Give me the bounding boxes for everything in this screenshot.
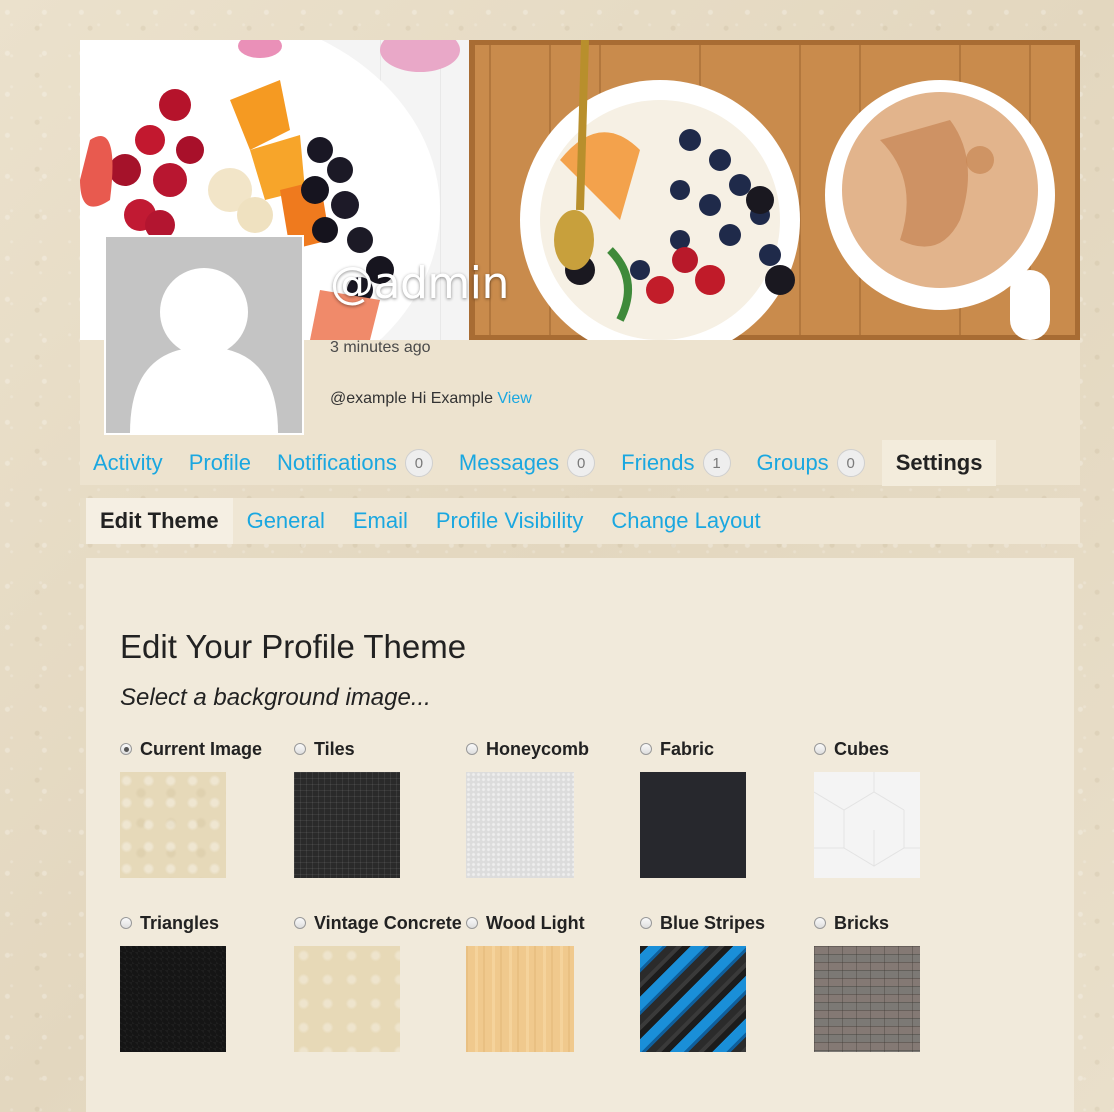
option-label-row: Triangles <box>120 912 295 934</box>
theme-swatch[interactable] <box>120 946 226 1052</box>
theme-swatch[interactable] <box>814 772 920 878</box>
radio-button[interactable] <box>814 743 826 755</box>
radio-button[interactable] <box>294 917 306 929</box>
theme-swatch[interactable] <box>640 772 746 878</box>
subnav-general[interactable]: General <box>233 498 339 544</box>
nav-activity[interactable]: Activity <box>80 440 176 486</box>
last-active: 3 minutes ago <box>330 339 431 356</box>
option-label: Wood Light <box>486 912 585 933</box>
theme-swatch[interactable] <box>814 946 920 1052</box>
nav-settings[interactable]: Settings <box>881 440 997 486</box>
option-label: Current Image <box>140 738 263 759</box>
latest-activity-text: @example Hi Example <box>330 390 493 407</box>
theme-option-blue-stripes[interactable]: Blue Stripes <box>640 912 815 1052</box>
messages-count-badge: 0 <box>567 449 596 477</box>
radio-button[interactable] <box>640 917 652 929</box>
theme-swatch[interactable] <box>120 772 226 878</box>
avatar[interactable] <box>104 235 304 435</box>
subnav-profile-visibility[interactable]: Profile Visibility <box>422 498 598 544</box>
radio-button[interactable] <box>640 743 652 755</box>
option-label-row: Cubes <box>814 738 989 760</box>
option-label-row: Wood Light <box>466 912 641 934</box>
settings-subnav: Edit Theme General Email Profile Visibil… <box>80 498 1080 544</box>
nav-friends[interactable]: Friends 1 <box>608 440 743 486</box>
subnav-change-layout[interactable]: Change Layout <box>597 498 774 544</box>
option-label: Triangles <box>140 912 220 933</box>
nav-profile[interactable]: Profile <box>176 440 264 486</box>
cubes-pattern-icon <box>814 772 920 867</box>
nav-messages[interactable]: Messages 0 <box>446 440 608 486</box>
radio-button[interactable] <box>120 917 132 929</box>
option-label-row: Bricks <box>814 912 989 934</box>
nav-label: Groups <box>756 450 829 475</box>
groups-count-badge: 0 <box>836 449 865 477</box>
theme-option-cubes[interactable]: Cubes <box>814 738 989 878</box>
option-label-row: Fabric <box>640 738 815 760</box>
view-activity-link[interactable]: View <box>497 390 531 407</box>
subnav-email[interactable]: Email <box>339 498 422 544</box>
theme-swatch[interactable] <box>466 946 574 1052</box>
notifications-count-badge: 0 <box>404 449 433 477</box>
nav-label: Activity <box>93 450 163 475</box>
option-label-row: Blue Stripes <box>640 912 815 934</box>
option-label: Cubes <box>834 738 890 759</box>
option-label: Bricks <box>834 912 890 933</box>
theme-swatch[interactable] <box>294 946 400 1052</box>
radio-button[interactable] <box>466 917 478 929</box>
radio-button[interactable] <box>294 743 306 755</box>
theme-swatch[interactable] <box>466 772 574 878</box>
option-label-row: Tiles <box>294 738 469 760</box>
theme-option-vintage-concrete[interactable]: Vintage Concrete <box>294 912 469 1052</box>
theme-option-wood-light[interactable]: Wood Light <box>466 912 641 1052</box>
nav-notifications[interactable]: Notifications 0 <box>264 440 446 486</box>
radio-button[interactable] <box>120 743 132 755</box>
nav-groups[interactable]: Groups 0 <box>744 440 878 486</box>
option-label-row: Honeycomb <box>466 738 641 760</box>
radio-button[interactable] <box>466 743 478 755</box>
nav-label: Profile <box>188 450 252 475</box>
option-label: Vintage Concrete <box>314 912 462 933</box>
option-label-row: Current Image <box>120 738 295 760</box>
theme-option-current-image[interactable]: Current Image <box>120 738 295 878</box>
theme-option-triangles[interactable]: Triangles <box>120 912 295 1052</box>
theme-option-honeycomb[interactable]: Honeycomb <box>466 738 641 878</box>
nav-label: Messages <box>458 450 560 475</box>
latest-activity: @example Hi Example View <box>330 390 532 408</box>
default-avatar-icon <box>106 237 302 433</box>
subnav-edit-theme[interactable]: Edit Theme <box>86 498 233 544</box>
profile-container: @admin 3 minutes ago @example Hi Example… <box>80 40 1080 1112</box>
nav-label: Settings <box>895 450 983 475</box>
page-subtitle: Select a background image... <box>120 684 431 711</box>
radio-button[interactable] <box>814 917 826 929</box>
option-label: Tiles <box>314 738 355 759</box>
theme-option-fabric[interactable]: Fabric <box>640 738 815 878</box>
theme-option-tiles[interactable]: Tiles <box>294 738 469 878</box>
option-label-row: Vintage Concrete <box>294 912 469 934</box>
theme-option-bricks[interactable]: Bricks <box>814 912 989 1052</box>
page-title: Edit Your Profile Theme <box>120 628 467 665</box>
nav-label: Friends <box>621 450 695 475</box>
theme-swatch[interactable] <box>294 772 400 878</box>
option-label: Honeycomb <box>486 738 590 759</box>
nav-label: Notifications <box>277 450 397 475</box>
option-label: Fabric <box>660 738 715 759</box>
profile-nav: Activity Profile Notifications 0 Message… <box>80 440 1080 486</box>
friends-count-badge: 1 <box>702 449 731 477</box>
theme-panel: Edit Your Profile Theme Select a backgro… <box>86 558 1074 1112</box>
option-label: Blue Stripes <box>660 912 766 933</box>
profile-handle: @admin <box>330 258 509 309</box>
theme-swatch[interactable] <box>640 946 746 1052</box>
